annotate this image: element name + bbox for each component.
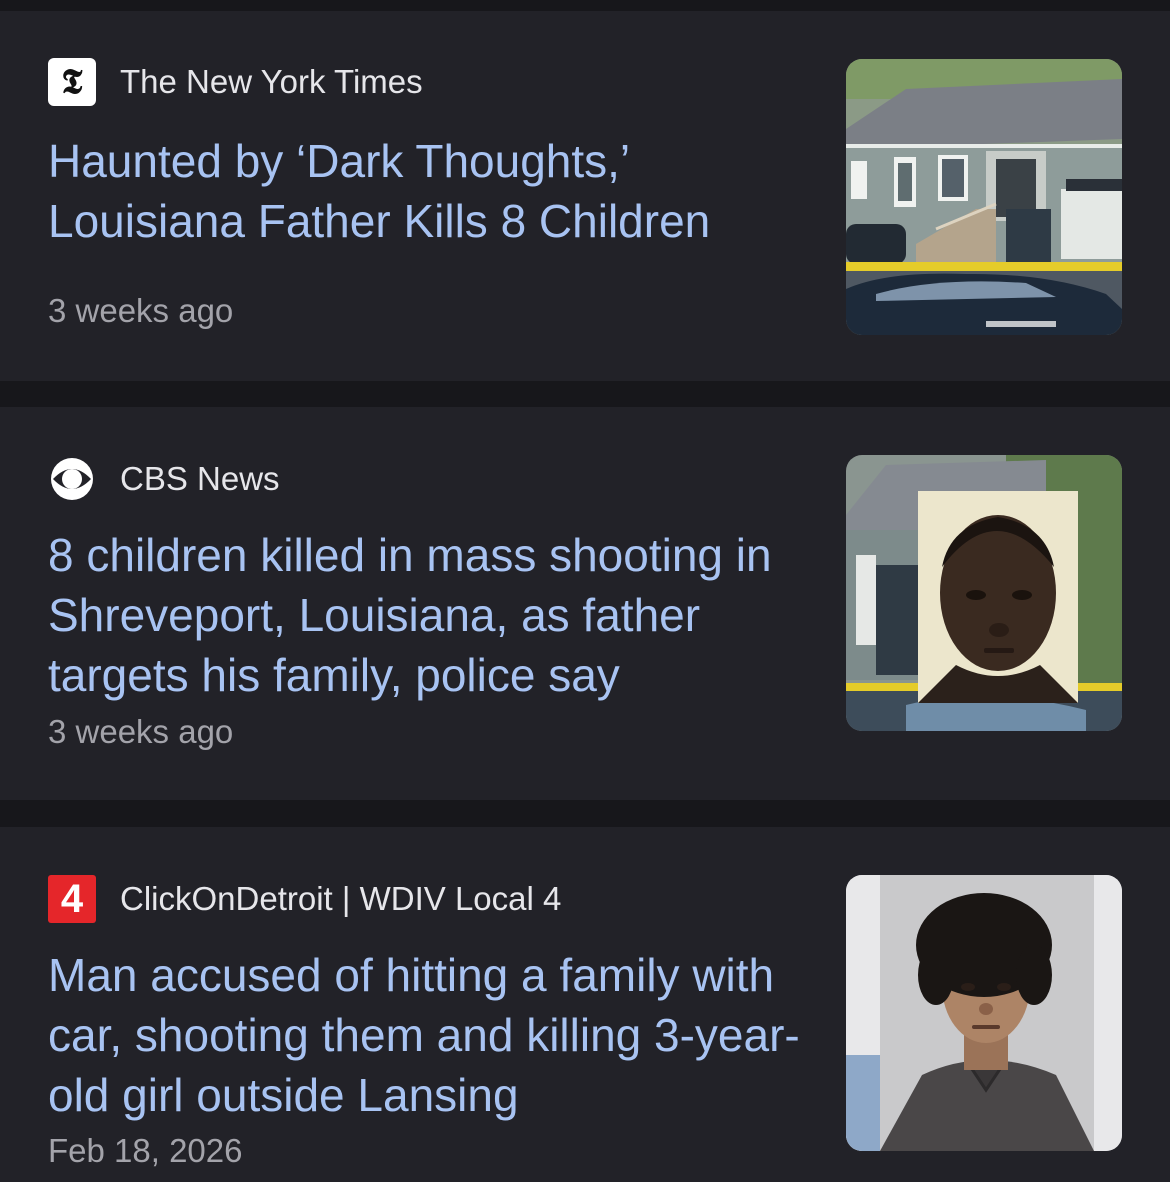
cbs-eye-svg (51, 458, 93, 500)
mugshot-image (846, 875, 1122, 1151)
source-name: CBS News (120, 460, 280, 497)
source-name: The New York Times (120, 63, 423, 100)
timestamp: Feb 18, 2026 (48, 1132, 243, 1169)
nyt-logo-icon: 𝕿 (48, 58, 96, 106)
headline-link[interactable]: Man accused of hitting a family with car… (48, 945, 808, 1125)
house-crime-scene-thumbnail[interactable] (846, 59, 1122, 335)
house-crime-scene-image (846, 59, 1122, 335)
news-card[interactable]: 𝕿 The New York Times Haunted by ‘Dark Th… (0, 11, 1170, 381)
source-name: ClickOnDetroit | WDIV Local 4 (120, 880, 562, 917)
news-card[interactable]: 4 ClickOnDetroit | WDIV Local 4 Man accu… (0, 827, 1170, 1182)
source-row: 𝕿 The New York Times (48, 58, 423, 106)
timestamp: 3 weeks ago (48, 292, 234, 329)
source-row: 4 ClickOnDetroit | WDIV Local 4 (48, 875, 561, 923)
timestamp: 3 weeks ago (48, 713, 234, 750)
wdiv-local4-logo-icon: 4 (48, 875, 96, 923)
cbs-eye-logo-icon (48, 455, 96, 503)
mugshot-over-house-image (846, 455, 1122, 731)
nyt-logo-glyph: 𝕿 (61, 62, 83, 102)
suspect-mugshot-thumbnail[interactable] (846, 875, 1122, 1151)
headline-link[interactable]: Haunted by ‘Dark Thoughts,’ Louisiana Fa… (48, 131, 808, 251)
suspect-mugshot-over-house-thumbnail[interactable] (846, 455, 1122, 731)
news-feed: 𝕿 The New York Times Haunted by ‘Dark Th… (0, 0, 1170, 1182)
headline-link[interactable]: 8 children killed in mass shooting in Sh… (48, 525, 808, 705)
wdiv-logo-glyph: 4 (60, 876, 84, 921)
source-row: CBS News (48, 455, 280, 503)
news-card[interactable]: CBS News 8 children killed in mass shoot… (0, 407, 1170, 800)
